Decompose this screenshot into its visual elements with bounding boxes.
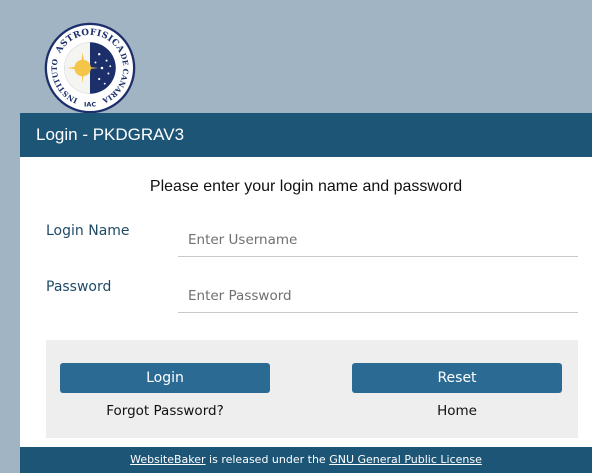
home-link[interactable]: Home: [352, 403, 562, 419]
username-input[interactable]: [178, 223, 578, 257]
login-instructions: Please enter your login name and passwor…: [149, 178, 463, 195]
actions-panel: Login Reset Forgot Password? Home: [46, 340, 578, 438]
footer-text: is released under the: [205, 453, 330, 466]
login-card: Login - PKDGRAV3 Please enter your login…: [20, 113, 592, 473]
reset-button[interactable]: Reset: [352, 363, 562, 393]
username-label: Login Name: [46, 223, 130, 239]
footer: WebsiteBaker is released under the GNU G…: [20, 447, 592, 473]
page-title: Login - PKDGRAV3: [36, 125, 185, 144]
gpl-license-link[interactable]: GNU General Public License: [329, 453, 482, 466]
password-input[interactable]: [178, 279, 578, 313]
page-header: ASTROFISICA INSTITUTO DE CANARIAS IAC: [20, 10, 592, 114]
forgot-password-link[interactable]: Forgot Password?: [60, 403, 270, 419]
iac-logo: ASTROFISICA INSTITUTO DE CANARIAS IAC: [44, 22, 136, 114]
websitebaker-link[interactable]: WebsiteBaker: [130, 453, 205, 466]
login-button[interactable]: Login: [60, 363, 270, 393]
logo-bottom-text: IAC: [84, 101, 96, 109]
password-label: Password: [46, 279, 112, 295]
title-bar: Login - PKDGRAV3: [20, 113, 592, 157]
